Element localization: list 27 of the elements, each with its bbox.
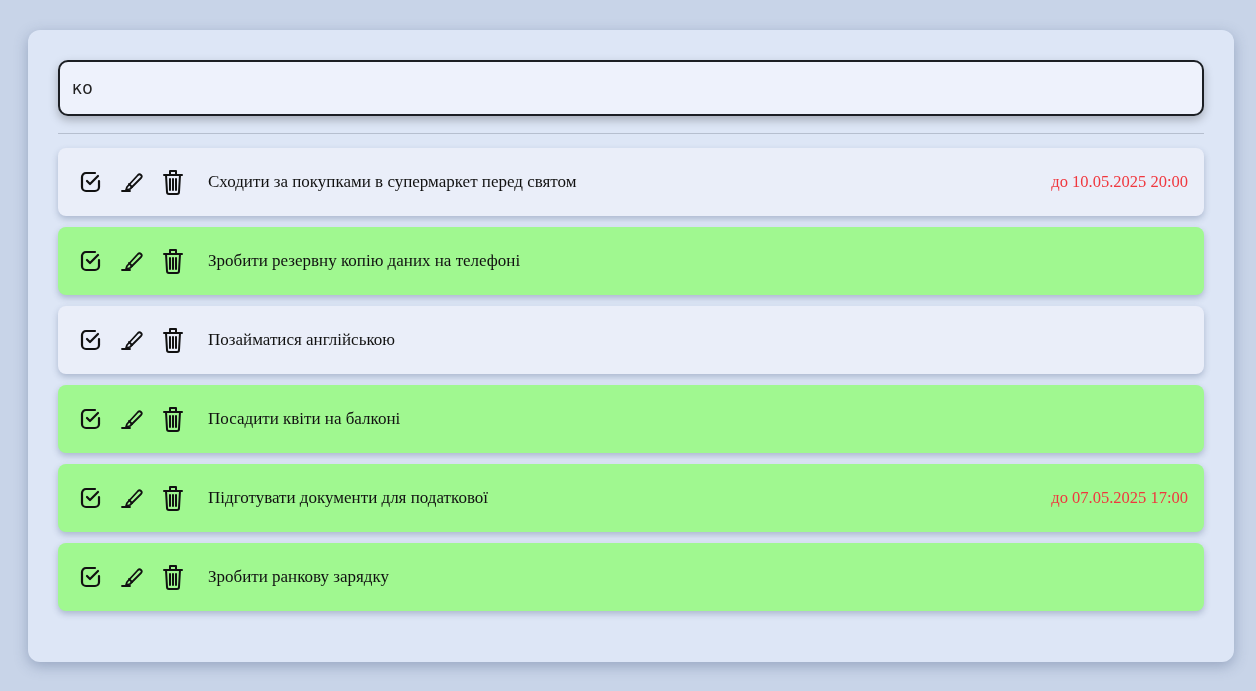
complete-button[interactable] — [80, 250, 102, 272]
task-title: Підготувати документи для податкової — [208, 487, 489, 510]
complete-button[interactable] — [80, 408, 102, 430]
search-field[interactable]: ко — [58, 60, 1204, 116]
complete-button[interactable] — [80, 329, 102, 351]
edit-button[interactable] — [121, 330, 143, 350]
task-title: Зробити ранкову зарядку — [208, 566, 391, 589]
task-deadline: до 07.05.2025 17:00 — [1051, 486, 1188, 509]
edit-button[interactable] — [121, 172, 143, 192]
task-title: Зробити резервну копію даних на телефоні — [208, 250, 522, 273]
task-title: Посадити квіти на балконі — [208, 408, 402, 431]
task-deadline: до 10.05.2025 20:00 — [1051, 170, 1188, 193]
edit-button[interactable] — [121, 251, 143, 271]
delete-button[interactable] — [162, 564, 184, 590]
task-title: Позайматися англійською — [208, 329, 396, 352]
complete-button[interactable] — [80, 566, 102, 588]
delete-button[interactable] — [162, 248, 184, 274]
edit-button[interactable] — [121, 567, 143, 587]
complete-button[interactable] — [80, 171, 102, 193]
edit-button[interactable] — [121, 488, 143, 508]
delete-button[interactable] — [162, 327, 184, 353]
task-title: Сходити за покупками в супермаркет перед святом — [208, 171, 578, 194]
delete-button[interactable] — [162, 169, 184, 195]
delete-button[interactable] — [162, 485, 184, 511]
edit-button[interactable] — [121, 409, 143, 429]
delete-button[interactable] — [162, 406, 184, 432]
complete-button[interactable] — [80, 487, 102, 509]
